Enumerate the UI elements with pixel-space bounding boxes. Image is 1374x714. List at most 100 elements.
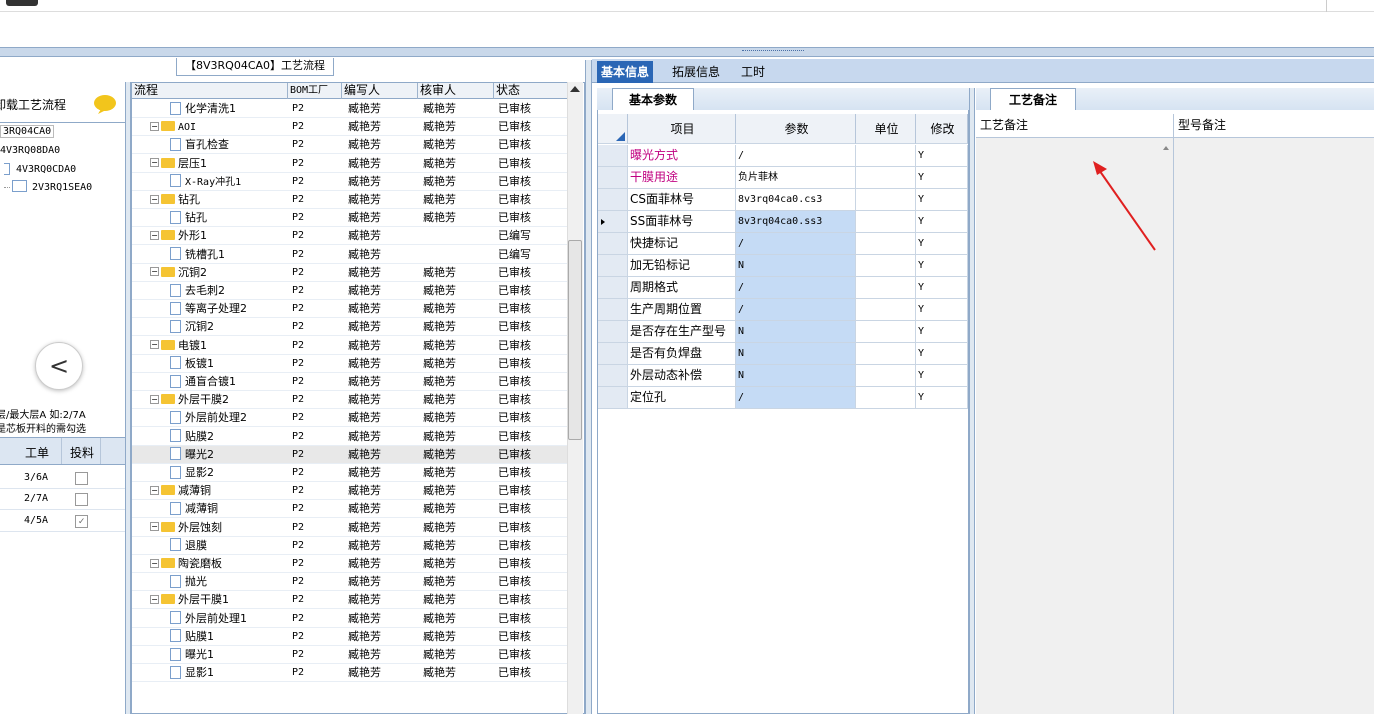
row-header[interactable]	[598, 233, 628, 255]
column-header-param[interactable]: 参数	[736, 114, 856, 144]
table-row[interactable]: 化学清洗1 P2 臧艳芳 臧艳芳 已审核	[132, 100, 568, 118]
table-row[interactable]: − 陶瓷磨板 P2 臧艳芳 臧艳芳 已审核	[132, 555, 568, 573]
param-value-cell[interactable]: /	[736, 277, 856, 299]
row-header[interactable]	[598, 211, 628, 233]
param-value-cell[interactable]: 负片菲林	[736, 167, 856, 189]
table-row[interactable]: 4/5A ✓	[0, 512, 128, 532]
row-header[interactable]	[598, 277, 628, 299]
table-row[interactable]: 抛光 P2 臧艳芳 臧艳芳 已审核	[132, 573, 568, 592]
param-row[interactable]: 曝光方式 / Y	[598, 145, 968, 167]
param-unit-cell[interactable]	[856, 167, 916, 189]
horizontal-splitter[interactable]	[0, 47, 1374, 57]
param-value-cell[interactable]: N	[736, 365, 856, 387]
row-header[interactable]	[598, 145, 628, 167]
list-item[interactable]: 2V3RQ1SEA0	[32, 182, 92, 193]
row-header[interactable]	[598, 255, 628, 277]
column-header-feed[interactable]: 投料	[70, 444, 94, 461]
table-row[interactable]: − 外层干膜2 P2 臧艳芳 臧艳芳 已审核	[132, 391, 568, 410]
collapse-toggle-icon[interactable]: −	[150, 158, 159, 168]
collapse-toggle-icon[interactable]: −	[150, 522, 159, 532]
param-unit-cell[interactable]	[856, 387, 916, 409]
param-row[interactable]: 外层动态补偿 N Y	[598, 365, 968, 387]
param-row[interactable]: 周期格式 / Y	[598, 277, 968, 299]
param-row[interactable]: 定位孔 / Y	[598, 387, 968, 409]
row-header[interactable]	[598, 343, 628, 365]
table-row[interactable]: 钻孔 P2 臧艳芳 臧艳芳 已审核	[132, 209, 568, 228]
scroll-up-arrow-icon[interactable]	[1163, 146, 1169, 150]
param-unit-cell[interactable]	[856, 321, 916, 343]
param-unit-cell[interactable]	[856, 365, 916, 387]
collapse-toggle-icon[interactable]: −	[150, 594, 159, 604]
collapse-toggle-icon[interactable]: −	[150, 267, 159, 277]
table-row[interactable]: 减薄铜 P2 臧艳芳 臧艳芳 已审核	[132, 500, 568, 519]
param-value-cell[interactable]: /	[736, 387, 856, 409]
table-row[interactable]: − AOI P2 臧艳芳 臧艳芳 已审核	[132, 118, 568, 137]
param-value-cell[interactable]: N	[736, 343, 856, 365]
vertical-splitter[interactable]	[969, 88, 975, 714]
param-unit-cell[interactable]	[856, 145, 916, 167]
table-row[interactable]: − 外层干膜1 P2 臧艳芳 臧艳芳 已审核	[132, 591, 568, 610]
param-value-cell[interactable]: N	[736, 321, 856, 343]
column-header-order[interactable]: 工单	[25, 444, 49, 461]
scroll-up-arrow-icon[interactable]	[570, 86, 580, 92]
row-header[interactable]	[598, 387, 628, 409]
table-row[interactable]: 等离子处理2 P2 臧艳芳 臧艳芳 已审核	[132, 300, 568, 319]
param-value-cell[interactable]: /	[736, 233, 856, 255]
column-header-process-note[interactable]: 工艺备注	[976, 114, 1174, 138]
table-row[interactable]: − 电镀1 P2 臧艳芳 臧艳芳 已审核	[132, 337, 568, 355]
param-unit-cell[interactable]	[856, 343, 916, 365]
row-header[interactable]	[598, 365, 628, 387]
table-row[interactable]: 显影2 P2 臧艳芳 臧艳芳 已审核	[132, 464, 568, 482]
column-header-unit[interactable]: 单位	[856, 114, 916, 144]
collapse-toggle-icon[interactable]: −	[150, 340, 159, 350]
collapse-toggle-icon[interactable]: −	[150, 194, 159, 204]
table-row[interactable]: 退膜 P2 臧艳芳 臧艳芳 已审核	[132, 537, 568, 555]
splitter-grip[interactable]	[742, 50, 804, 58]
table-row[interactable]: 3/6A	[0, 469, 128, 489]
column-header-writer[interactable]: 编写人	[342, 83, 418, 99]
table-row[interactable]: − 沉铜2 P2 臧艳芳 臧艳芳 已审核	[132, 264, 568, 282]
table-row[interactable]: 曝光2 P2 臧艳芳 臧艳芳 已审核	[132, 445, 568, 464]
column-header-model-note[interactable]: 型号备注	[1174, 114, 1374, 138]
param-row[interactable]: SS面菲林号 8v3rq04ca0.ss3 Y	[598, 211, 968, 233]
collapse-toggle-icon[interactable]: −	[150, 121, 159, 131]
column-header-bom[interactable]: BOM工厂	[288, 83, 342, 99]
table-row[interactable]: 盲孔检查 P2 臧艳芳 臧艳芳 已审核	[132, 136, 568, 155]
list-item[interactable]: 3RQ04CA0	[0, 125, 55, 138]
table-row[interactable]: 2/7A	[0, 490, 128, 510]
param-value-cell[interactable]: 8v3rq04ca0.cs3	[736, 189, 856, 211]
vertical-splitter[interactable]	[585, 60, 592, 714]
param-row[interactable]: 是否有负焊盘 N Y	[598, 343, 968, 365]
param-row[interactable]: CS面菲林号 8v3rq04ca0.cs3 Y	[598, 189, 968, 211]
param-value-cell[interactable]: 8v3rq04ca0.ss3	[736, 211, 856, 233]
table-row[interactable]: − 钻孔 P2 臧艳芳 臧艳芳 已审核	[132, 191, 568, 209]
table-row[interactable]: 显影1 P2 臧艳芳 臧艳芳 已审核	[132, 664, 568, 683]
param-row[interactable]: 生产周期位置 / Y	[598, 299, 968, 321]
tab-basic-params[interactable]: 基本参数	[612, 88, 694, 110]
collapse-toggle-icon[interactable]: −	[150, 230, 159, 240]
param-row[interactable]: 干膜用途 负片菲林 Y	[598, 167, 968, 189]
column-header-item[interactable]: 项目	[628, 114, 736, 144]
param-unit-cell[interactable]	[856, 277, 916, 299]
row-header[interactable]	[598, 299, 628, 321]
table-row[interactable]: 沉铜2 P2 臧艳芳 臧艳芳 已审核	[132, 318, 568, 337]
feed-checkbox-checked[interactable]: ✓	[75, 515, 88, 528]
row-header[interactable]	[598, 167, 628, 189]
tab-basic-info[interactable]: 基本信息	[597, 61, 654, 83]
column-header-flow[interactable]: 流程	[132, 83, 288, 99]
collapse-toggle-icon[interactable]: −	[150, 558, 159, 568]
list-item[interactable]: 4V3RQ0CDA0	[16, 164, 76, 175]
feed-checkbox[interactable]	[75, 472, 88, 485]
param-row[interactable]: 加无铅标记 N Y	[598, 255, 968, 277]
param-value-cell[interactable]: /	[736, 145, 856, 167]
collapse-toggle-icon[interactable]: −	[150, 485, 159, 495]
param-unit-cell[interactable]	[856, 211, 916, 233]
column-header-reviewer[interactable]: 核审人	[418, 83, 494, 99]
table-row[interactable]: − 层压1 P2 臧艳芳 臧艳芳 已审核	[132, 155, 568, 173]
table-row[interactable]: 板镀1 P2 臧艳芳 臧艳芳 已审核	[132, 355, 568, 373]
model-note-textarea[interactable]	[1175, 138, 1374, 714]
table-row[interactable]: 外层前处理1 P2 臧艳芳 臧艳芳 已审核	[132, 610, 568, 628]
table-row[interactable]: − 减薄铜 P2 臧艳芳 臧艳芳 已审核	[132, 482, 568, 501]
param-row[interactable]: 是否存在生产型号 N Y	[598, 321, 968, 343]
back-button[interactable]: <	[35, 342, 83, 390]
